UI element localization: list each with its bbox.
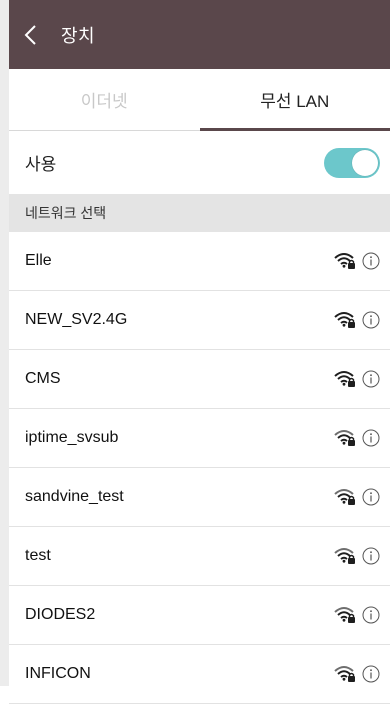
info-icon[interactable] <box>362 665 380 683</box>
network-icons <box>334 487 380 507</box>
network-ssid: test <box>25 547 51 565</box>
wireless-enable-row: 사용 <box>9 131 390 194</box>
tab-ethernet[interactable]: 이더넷 <box>9 69 200 130</box>
network-row[interactable]: CMS <box>9 350 390 409</box>
network-row[interactable]: DIODES2 <box>9 586 390 645</box>
network-ssid: iptime_svsub <box>25 429 118 447</box>
active-tab-indicator <box>200 128 390 131</box>
network-icons <box>334 546 380 566</box>
section-header: 네트워크 선택 <box>9 194 390 232</box>
info-icon[interactable] <box>362 311 380 329</box>
app: 장치 이더넷 무선 LAN 사용 네트워크 선택 Elle NEW_SV2.4G C… <box>9 0 390 686</box>
section-title: 네트워크 선택 <box>25 203 106 223</box>
info-icon[interactable] <box>362 429 380 447</box>
back-button[interactable] <box>9 0 53 69</box>
chevron-left-icon <box>23 24 39 46</box>
info-icon[interactable] <box>362 252 380 270</box>
network-row[interactable]: test <box>9 527 390 586</box>
network-row[interactable]: Elle <box>9 232 390 291</box>
network-icons <box>334 428 380 448</box>
network-row[interactable]: NEW_SV2.4G <box>9 291 390 350</box>
tab-bar: 이더넷 무선 LAN <box>9 69 390 131</box>
info-icon[interactable] <box>362 547 380 565</box>
page-title: 장치 <box>61 22 95 48</box>
info-icon[interactable] <box>362 606 380 624</box>
network-ssid: DIODES2 <box>25 606 95 624</box>
network-ssid: sandvine_test <box>25 488 124 506</box>
info-icon[interactable] <box>362 488 380 506</box>
network-ssid: NEW_SV2.4G <box>25 311 127 329</box>
network-icons <box>334 664 380 684</box>
info-icon[interactable] <box>362 370 380 388</box>
network-ssid: Elle <box>25 252 52 270</box>
network-row[interactable]: iptime_svsub <box>9 409 390 468</box>
network-icons <box>334 605 380 625</box>
wireless-enable-label: 사용 <box>25 150 56 175</box>
wifi-lock-icon <box>334 664 356 684</box>
network-ssid: CMS <box>25 370 61 388</box>
header-bar: 장치 <box>9 0 390 69</box>
network-icons <box>334 251 380 271</box>
wireless-toggle[interactable] <box>324 148 380 178</box>
wifi-lock-icon <box>334 487 356 507</box>
network-icons <box>334 369 380 389</box>
network-list: Elle NEW_SV2.4G CMS iptime_svsub sandvine_te… <box>9 232 390 704</box>
wifi-lock-icon <box>334 251 356 271</box>
network-row[interactable]: INFICON <box>9 645 390 704</box>
wifi-lock-icon <box>334 310 356 330</box>
screen: 장치 이더넷 무선 LAN 사용 네트워크 선택 Elle NEW_SV2.4G C… <box>0 0 390 686</box>
left-edge <box>0 0 9 686</box>
tab-wireless-lan[interactable]: 무선 LAN <box>200 69 390 130</box>
toggle-knob <box>352 150 378 176</box>
network-ssid: INFICON <box>25 665 91 683</box>
wifi-lock-icon <box>334 428 356 448</box>
wifi-lock-icon <box>334 546 356 566</box>
wifi-lock-icon <box>334 369 356 389</box>
wifi-lock-icon <box>334 605 356 625</box>
network-icons <box>334 310 380 330</box>
network-row[interactable]: sandvine_test <box>9 468 390 527</box>
